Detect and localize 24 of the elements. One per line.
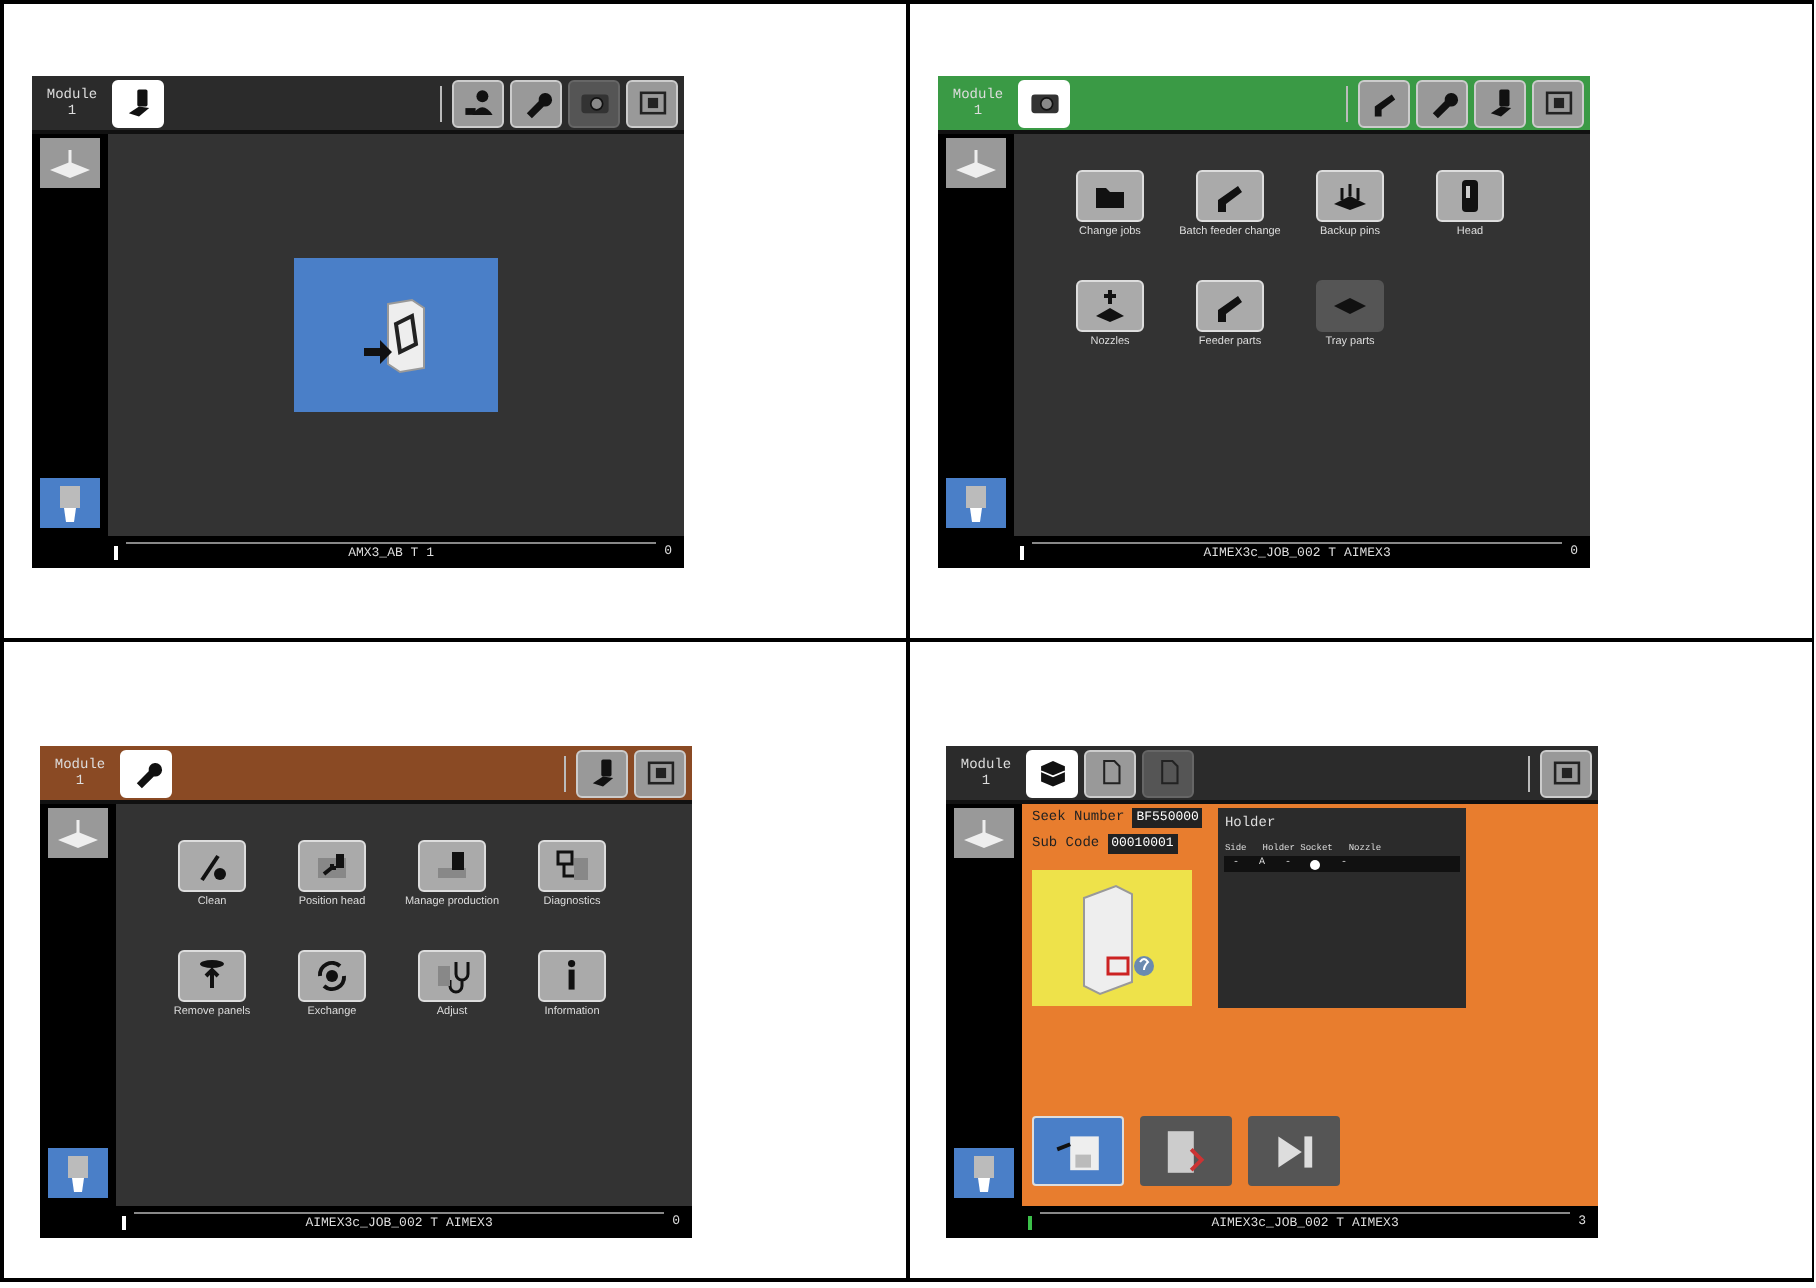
exchange-icon xyxy=(312,955,352,995)
hand-button[interactable] xyxy=(954,1148,1014,1198)
start-button[interactable] xyxy=(294,258,498,412)
info-icon xyxy=(568,960,576,990)
box-icon xyxy=(1035,756,1069,790)
step-button[interactable] xyxy=(1140,1116,1232,1186)
dot-icon xyxy=(1310,859,1321,869)
exit-icon xyxy=(635,86,669,120)
touch-icon xyxy=(962,483,990,523)
board-icon xyxy=(46,145,94,181)
board-icon xyxy=(952,145,1000,181)
exit-icon xyxy=(1541,86,1575,120)
touch-icon xyxy=(970,1153,998,1193)
board-icon xyxy=(960,815,1008,851)
exit-icon xyxy=(1549,756,1583,790)
exit-icon xyxy=(643,756,677,790)
hand-button[interactable] xyxy=(48,1148,108,1198)
operator-icon xyxy=(461,86,495,120)
hand-button[interactable] xyxy=(40,478,100,528)
board-icon xyxy=(54,815,102,851)
touch-icon xyxy=(56,483,84,523)
step-button[interactable] xyxy=(1248,1116,1340,1186)
hand-button[interactable] xyxy=(946,478,1006,528)
touch-icon xyxy=(64,1153,92,1193)
